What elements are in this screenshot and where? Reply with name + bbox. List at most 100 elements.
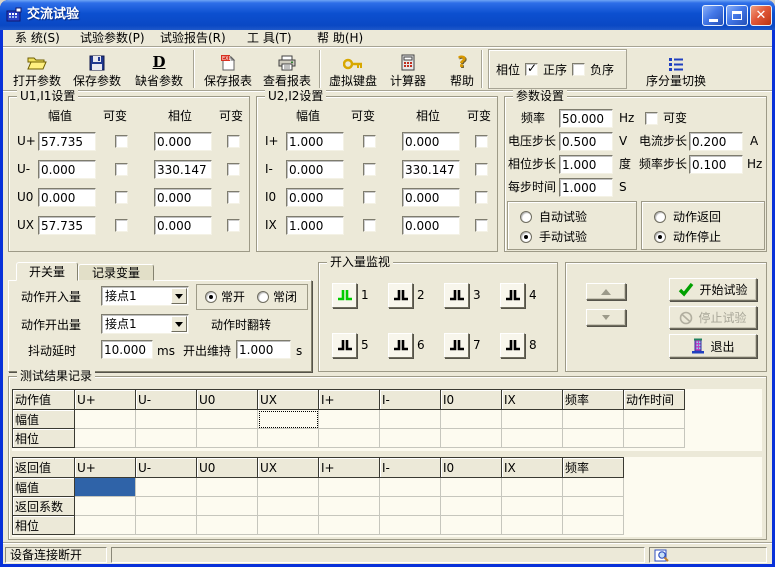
table-cell[interactable]	[441, 516, 502, 535]
dropdown-arrow-icon[interactable]	[171, 316, 187, 332]
i-plus-amp-field[interactable]	[286, 132, 344, 151]
ux-phase-var-checkbox[interactable]	[227, 219, 240, 232]
freq-field[interactable]	[559, 109, 613, 128]
u-minus-amp-var-checkbox[interactable]	[115, 163, 128, 176]
u-minus-phase-field[interactable]	[154, 160, 212, 179]
minimize-button[interactable]	[702, 5, 724, 26]
i-minus-amp-field[interactable]	[286, 160, 344, 179]
table-cell[interactable]	[441, 478, 502, 497]
table-cell[interactable]	[197, 478, 258, 497]
tab-record-variable[interactable]: 记录变量	[78, 264, 154, 281]
channel-button-5[interactable]	[332, 333, 357, 358]
current-step-field[interactable]	[689, 132, 743, 151]
default-params-button[interactable]: D 缺省参数	[131, 49, 187, 89]
u-minus-phase-var-checkbox[interactable]	[227, 163, 240, 176]
i-minus-phase-var-checkbox[interactable]	[475, 163, 488, 176]
freq-var-checkbox[interactable]	[645, 112, 658, 125]
i0-phase-var-checkbox[interactable]	[475, 191, 488, 204]
manual-test-radio[interactable]	[520, 231, 532, 243]
u-plus-amp-var-checkbox[interactable]	[115, 135, 128, 148]
menu-help[interactable]: 帮 助(H)	[313, 30, 367, 47]
table-cell[interactable]	[380, 497, 441, 516]
table-cell[interactable]	[563, 497, 624, 516]
table-cell[interactable]	[136, 478, 197, 497]
virtual-keyboard-button[interactable]: 虚拟键盘	[325, 49, 381, 89]
negative-seq-checkbox[interactable]	[572, 63, 585, 76]
table-cell[interactable]	[319, 497, 380, 516]
table-cell[interactable]	[502, 410, 563, 429]
ix-phase-field[interactable]	[402, 216, 460, 235]
i0-phase-field[interactable]	[402, 188, 460, 207]
table-cell[interactable]	[75, 410, 136, 429]
u0-amp-field[interactable]	[38, 188, 96, 207]
u0-phase-var-checkbox[interactable]	[227, 191, 240, 204]
exit-button[interactable]: 退出	[669, 334, 757, 358]
dropdown-arrow-icon[interactable]	[171, 288, 187, 304]
calculator-button[interactable]: 计算器	[383, 49, 433, 89]
auto-test-radio[interactable]	[520, 211, 532, 223]
table-cell[interactable]	[380, 478, 441, 497]
freq-step-field[interactable]	[689, 155, 743, 174]
table-cell[interactable]	[258, 410, 319, 429]
table-cell[interactable]	[441, 497, 502, 516]
i-minus-phase-field[interactable]	[402, 160, 460, 179]
table-cell[interactable]	[197, 410, 258, 429]
u-plus-phase-field[interactable]	[154, 132, 212, 151]
normally-closed-radio[interactable]	[257, 291, 269, 303]
action-input-select[interactable]: 接点1	[101, 286, 189, 306]
table-cell[interactable]	[197, 497, 258, 516]
u0-amp-var-checkbox[interactable]	[115, 191, 128, 204]
table-cell[interactable]	[197, 516, 258, 535]
table-cell[interactable]	[258, 497, 319, 516]
i-plus-phase-var-checkbox[interactable]	[475, 135, 488, 148]
table-cell[interactable]	[502, 478, 563, 497]
table-cell[interactable]	[75, 429, 136, 448]
table-cell[interactable]	[319, 516, 380, 535]
ux-amp-var-checkbox[interactable]	[115, 219, 128, 232]
channel-button-7[interactable]	[444, 333, 469, 358]
scroll-down-button[interactable]	[586, 309, 626, 326]
table-cell[interactable]	[75, 516, 136, 535]
table-cell[interactable]	[75, 497, 136, 516]
table-cell[interactable]	[136, 429, 197, 448]
ix-amp-field[interactable]	[286, 216, 344, 235]
maximize-button[interactable]	[726, 5, 748, 26]
step-time-field[interactable]	[559, 178, 613, 197]
channel-button-8[interactable]	[500, 333, 525, 358]
table-cell[interactable]	[319, 478, 380, 497]
table-cell[interactable]	[258, 478, 319, 497]
close-button[interactable]: ✕	[750, 5, 772, 26]
channel-button-1[interactable]	[332, 283, 357, 308]
channel-button-3[interactable]	[444, 283, 469, 308]
menu-tools[interactable]: 工 具(T)	[243, 30, 296, 47]
table-cell[interactable]	[502, 429, 563, 448]
u-minus-amp-field[interactable]	[38, 160, 96, 179]
u0-phase-field[interactable]	[154, 188, 212, 207]
table-cell[interactable]	[441, 429, 502, 448]
table-cell[interactable]	[136, 516, 197, 535]
table-cell[interactable]	[563, 410, 624, 429]
positive-seq-checkbox[interactable]	[525, 63, 538, 76]
table-cell[interactable]	[502, 497, 563, 516]
menu-system[interactable]: 系 统(S)	[11, 30, 64, 47]
u-plus-phase-var-checkbox[interactable]	[227, 135, 240, 148]
voltage-step-field[interactable]	[559, 132, 613, 151]
start-test-button[interactable]: 开始试验	[669, 278, 757, 301]
i0-amp-var-checkbox[interactable]	[363, 191, 376, 204]
open-params-button[interactable]: 打开参数	[9, 49, 65, 89]
table-cell[interactable]	[75, 478, 136, 497]
phase-step-field[interactable]	[559, 155, 613, 174]
table-cell[interactable]	[380, 429, 441, 448]
seq-switch-button[interactable]: 序分量切换	[633, 49, 719, 89]
hold-field[interactable]	[236, 340, 291, 359]
table-cell[interactable]	[380, 516, 441, 535]
table-cell[interactable]	[624, 410, 685, 429]
table-cell[interactable]	[197, 429, 258, 448]
table-cell[interactable]	[258, 516, 319, 535]
table-cell[interactable]	[258, 429, 319, 448]
ix-phase-var-checkbox[interactable]	[475, 219, 488, 232]
action-stop-radio[interactable]	[654, 231, 666, 243]
channel-button-6[interactable]	[388, 333, 413, 358]
save-report-button[interactable]: EXL 保存报表	[200, 49, 256, 89]
menu-report[interactable]: 试验报告(R)	[156, 30, 230, 47]
